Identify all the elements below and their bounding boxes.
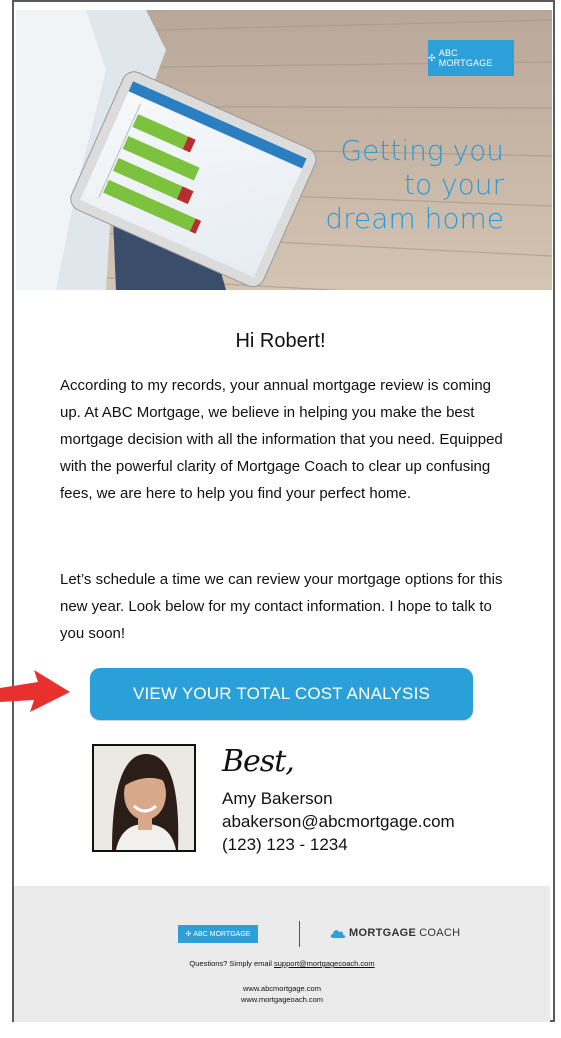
intro-paragraph: According to my records, your annual mor…	[60, 377, 503, 502]
signature-name: Amy Bakerson	[222, 789, 333, 808]
hero-banner: ✣ ABC MORTGAGE Getting you to your dream…	[16, 10, 552, 290]
logo-icon: ✣	[428, 52, 436, 63]
support-email-link[interactable]: support@mortgagecoach.com	[274, 959, 375, 968]
schedule-paragraph: Let’s schedule a time we can review your…	[60, 571, 503, 642]
avatar	[92, 744, 196, 852]
hero-brand-badge: ✣ ABC MORTGAGE	[428, 40, 514, 76]
arrow-icon	[0, 670, 70, 712]
footer-website-mc[interactable]: www.mortgageoach.com	[14, 995, 550, 1004]
email-footer: ✣ ABC MORTGAGE MORTGAGE COACH Questions? …	[14, 886, 550, 1022]
signature-email[interactable]: abakerson@abcmortgage.com	[222, 812, 455, 832]
mortgage-coach-logo: MORTGAGE COACH	[330, 927, 460, 939]
greeting-heading: Hi Robert!	[235, 330, 326, 352]
footer-website-abc[interactable]: www.abcmortgage.com	[14, 984, 550, 993]
footer-divider	[299, 921, 300, 947]
signature-phone: (123) 123 - 1234	[222, 835, 348, 854]
footer-brand-badge: ✣ ABC MORTGAGE	[178, 925, 258, 943]
agent-photo	[94, 746, 194, 850]
signature-closing: Best,	[222, 744, 295, 779]
email-frame: ✣ ABC MORTGAGE Getting you to your dream…	[12, 0, 555, 1022]
logo-icon: ✣	[185, 931, 192, 938]
cloud-icon	[330, 929, 346, 938]
footer-questions: Questions? Simply email support@mortgage…	[189, 959, 375, 968]
view-total-cost-analysis-button[interactable]: VIEW YOUR TOTAL COST ANALYSIS	[90, 668, 473, 720]
hero-tagline: Getting you to your dream home	[325, 134, 504, 235]
